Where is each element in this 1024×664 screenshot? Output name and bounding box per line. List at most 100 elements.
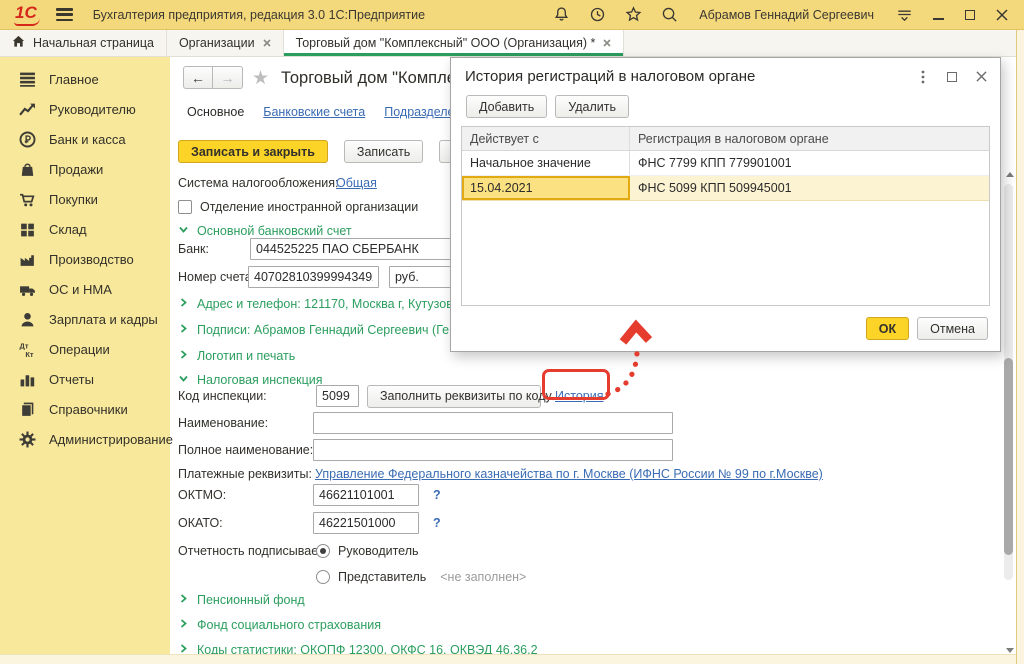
sidebar-item-os-nma[interactable]: ОС и НМА [0,274,170,304]
registration-history-table: Действует с Регистрация в налоговом орга… [461,126,990,306]
scrollbar-thumb[interactable] [1004,358,1013,555]
full-name-input[interactable] [313,439,673,461]
reporting-director-radio[interactable] [316,544,330,558]
tab-home-label: Начальная страница [33,36,154,50]
section-social-insurance[interactable]: Фонд социального страхования [178,614,381,636]
tab-organizations[interactable]: Организации [167,30,284,56]
svg-text:Кт: Кт [25,349,34,357]
main-menu-icon[interactable] [56,8,73,21]
sidebar-item-spravochniki[interactable]: Справочники [0,394,170,424]
foreign-org-checkbox[interactable] [178,200,192,214]
sidebar-item-rukovoditelyu[interactable]: Руководителю [0,94,170,124]
table-row-selected[interactable]: 15.04.2021 ФНС 5099 КПП 509945001 [462,176,989,201]
history-clock-icon[interactable] [587,5,607,25]
current-user-name[interactable]: Абрамов Геннадий Сергеевич [699,8,874,22]
cart-icon [19,191,36,208]
name-label: Наименование: [178,416,313,430]
grid-boxes-icon [19,221,36,238]
more-menu-icon[interactable] [916,70,930,84]
maximize-button[interactable] [962,7,978,23]
chevron-right-icon [178,349,189,363]
history-link[interactable]: История [555,389,603,403]
full-name-label: Полное наименование: [178,443,313,457]
bag-icon [19,161,36,178]
maximize-dialog-icon[interactable] [945,70,959,84]
nav-tab-osnovnoe[interactable]: Основное [187,105,244,119]
ok-button[interactable]: ОК [866,317,909,340]
section-pension-fund[interactable]: Пенсионный фонд [178,589,305,611]
sidebar-item-label: Отчеты [49,372,94,387]
close-window-icon[interactable] [994,7,1010,23]
sidebar-item-administrirovanie[interactable]: Администрирование [0,424,170,454]
sidebar-item-label: Склад [49,222,87,237]
inspection-code-input[interactable] [316,385,359,407]
payment-details-link[interactable]: Управление Федерального казначейства по … [315,467,823,481]
section-address-phone[interactable]: Адрес и телефон: 121170, Москва г, Кутуз… [178,293,478,315]
sidebar-item-proizvodstvo[interactable]: Производство [0,244,170,274]
hide-panels-icon[interactable] [894,5,914,25]
sidebar-item-otchety[interactable]: Отчеты [0,364,170,394]
nav-tab-bank-accounts[interactable]: Банковские счета [263,105,365,119]
payment-details-label: Платежные реквизиты: [178,467,315,481]
okato-help-icon[interactable]: ? [433,516,441,530]
sidebar-item-operacii[interactable]: ДтКт Операции [0,334,170,364]
truck-icon [19,281,36,298]
sidebar-item-label: Администрирование [49,432,173,447]
cell-effective-from[interactable]: Начальное значение [462,151,630,175]
minimize-button[interactable] [930,7,946,23]
close-dialog-icon[interactable] [974,70,988,84]
notifications-bell-icon[interactable] [551,5,571,25]
section-logo-stamp[interactable]: Логотип и печать [178,345,295,367]
sidebar-item-prodazhi[interactable]: Продажи [0,154,170,184]
dialog-title: История регистраций в налоговом органе [465,68,755,85]
sidebar-item-label: Производство [49,252,134,267]
forward-arrow-icon[interactable]: → [213,66,243,89]
scrollbar-up-arrow[interactable] [1006,172,1014,177]
cell-effective-from[interactable]: 15.04.2021 [462,176,630,200]
cell-registration[interactable]: ФНС 7799 КПП 779901001 [630,151,989,175]
section-statistics-codes[interactable]: Коды статистики: ОКОПФ 12300, ОКФС 16, О… [178,639,538,654]
sidebar-item-pokupki[interactable]: Покупки [0,184,170,214]
favorites-star-icon[interactable] [623,5,643,25]
sidebar-item-bank-kassa[interactable]: Банк и касса [0,124,170,154]
not-filled-note: <не заполнен> [440,570,526,584]
search-icon[interactable] [659,5,679,25]
tab-close-icon[interactable] [603,36,611,50]
delete-row-button[interactable]: Удалить [555,95,629,118]
tab-close-icon[interactable] [263,36,271,50]
cell-registration[interactable]: ФНС 5099 КПП 509945001 [630,176,989,200]
table-row[interactable]: Начальное значение ФНС 7799 КПП 77990100… [462,151,989,176]
factory-icon [19,251,36,268]
add-row-button[interactable]: Добавить [466,95,547,118]
scrollbar-down-arrow[interactable] [1006,648,1014,653]
back-arrow-icon[interactable]: ← [183,66,213,89]
account-number-label: Номер счета: [178,270,248,284]
tab-home[interactable]: Начальная страница [0,30,167,56]
active-tab-underline [284,53,624,56]
save-and-close-button[interactable]: Записать и закрыть [178,140,328,163]
window-frame-right [1016,30,1024,664]
oktmo-input[interactable] [313,484,419,506]
bank-label: Банк: [178,242,250,256]
okato-input[interactable] [313,512,419,534]
account-number-input[interactable] [248,266,379,288]
name-input[interactable] [313,412,673,434]
favorite-star-icon[interactable]: ★ [252,67,269,90]
oktmo-help-icon[interactable]: ? [433,488,441,502]
column-effective-from[interactable]: Действует с [462,127,630,150]
column-registration[interactable]: Регистрация в налоговом органе [630,127,989,150]
cancel-button[interactable]: Отмена [917,317,988,340]
book-icon [19,401,36,418]
gear-icon [19,431,36,448]
section-signatures[interactable]: Подписи: Абрамов Геннадий Сергеевич (Ген… [178,319,477,341]
sidebar-item-sklad[interactable]: Склад [0,214,170,244]
reporting-representative-radio[interactable] [316,570,330,584]
fill-by-code-button[interactable]: Заполнить реквизиты по коду [367,385,541,408]
tab-organizations-label: Организации [179,36,255,50]
sidebar-item-glavnoe[interactable]: Главное [0,64,170,94]
tax-system-link[interactable]: Общая [336,176,377,190]
sidebar-item-label: Зарплата и кадры [49,312,158,327]
save-button[interactable]: Записать [344,140,423,163]
tab-organization-card[interactable]: Торговый дом "Комплексный" ООО (Организа… [284,30,625,56]
sidebar-item-zarplata-kadry[interactable]: Зарплата и кадры [0,304,170,334]
